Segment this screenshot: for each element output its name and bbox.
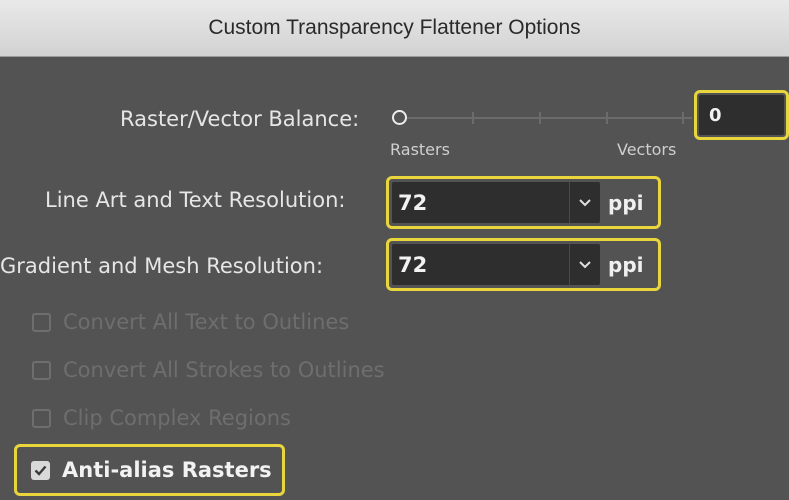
line-art-resolution-label: Line Art and Text Resolution: bbox=[45, 188, 346, 212]
slider-caption-rasters: Rasters bbox=[390, 140, 450, 159]
flattener-options-dialog: Custom Transparency Flattener Options Ra… bbox=[0, 0, 789, 500]
line-art-resolution-unit: ppi bbox=[608, 190, 644, 215]
slider-tick bbox=[472, 112, 474, 124]
checkbox[interactable] bbox=[32, 312, 51, 332]
raster-vector-slider-handle[interactable] bbox=[392, 110, 407, 125]
gradient-mesh-resolution-label: Gradient and Mesh Resolution: bbox=[0, 254, 324, 278]
raster-vector-balance-label: Raster/Vector Balance: bbox=[120, 107, 360, 131]
line-art-resolution-input[interactable]: 72 bbox=[392, 182, 569, 223]
title-bar[interactable]: Custom Transparency Flattener Options bbox=[0, 0, 789, 57]
gradient-mesh-resolution-dropdown[interactable] bbox=[569, 244, 600, 285]
raster-vector-value-input[interactable]: 0 bbox=[699, 95, 784, 135]
slider-tick bbox=[539, 112, 541, 124]
checkbox[interactable] bbox=[32, 408, 51, 428]
clip-complex-regions-option[interactable]: Clip Complex Regions bbox=[32, 406, 291, 430]
raster-vector-value-highlight: 0 bbox=[694, 90, 789, 140]
clip-complex-regions-label: Clip Complex Regions bbox=[63, 406, 291, 430]
line-art-resolution-dropdown[interactable] bbox=[569, 182, 600, 223]
convert-strokes-to-outlines-option[interactable]: Convert All Strokes to Outlines bbox=[32, 358, 385, 382]
convert-text-to-outlines-label: Convert All Text to Outlines bbox=[63, 310, 350, 334]
gradient-mesh-resolution-input[interactable]: 72 bbox=[392, 244, 569, 285]
gradient-mesh-resolution-combo: 72 ppi bbox=[386, 238, 661, 291]
chevron-down-icon bbox=[579, 260, 591, 268]
convert-strokes-to-outlines-label: Convert All Strokes to Outlines bbox=[63, 358, 385, 382]
gradient-mesh-resolution-unit: ppi bbox=[608, 252, 644, 277]
checkmark-icon bbox=[34, 465, 47, 476]
convert-text-to-outlines-option[interactable]: Convert All Text to Outlines bbox=[32, 310, 349, 334]
line-art-resolution-combo: 72 ppi bbox=[386, 176, 661, 229]
anti-alias-rasters-label: Anti-alias Rasters bbox=[62, 458, 272, 482]
chevron-down-icon bbox=[579, 198, 591, 206]
slider-tick bbox=[682, 112, 684, 124]
anti-alias-rasters-option[interactable]: Anti-alias Rasters bbox=[14, 444, 285, 496]
raster-vector-slider-track[interactable] bbox=[406, 117, 692, 119]
slider-caption-vectors: Vectors bbox=[617, 140, 677, 159]
checkbox[interactable] bbox=[32, 360, 51, 380]
slider-tick bbox=[606, 112, 608, 124]
anti-alias-checkbox[interactable] bbox=[31, 460, 50, 480]
dialog-title: Custom Transparency Flattener Options bbox=[208, 16, 581, 39]
